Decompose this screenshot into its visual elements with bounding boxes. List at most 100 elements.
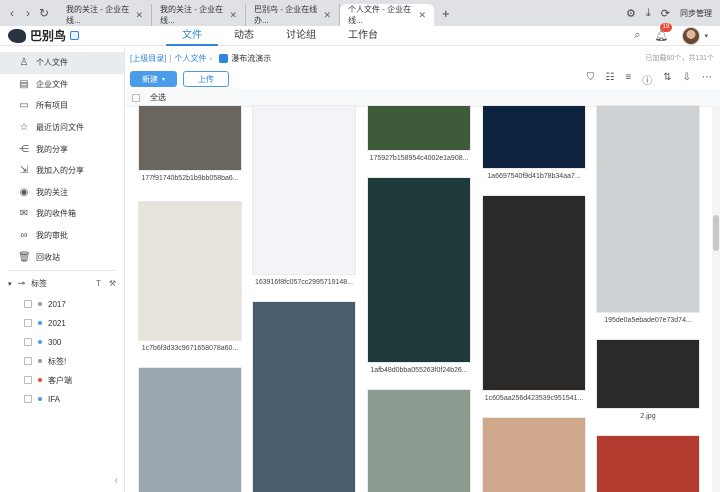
info-icon[interactable]: ⓘ [642,72,652,87]
nav-activity[interactable]: 动态 [218,26,270,46]
image-card[interactable] [367,389,471,492]
nav-workbench[interactable]: 工作台 [332,26,394,46]
tag-checkbox[interactable] [24,357,32,366]
list-view-icon[interactable]: ≡ [625,72,631,87]
image-card[interactable] [596,435,700,492]
image-card[interactable]: 177f91740b52b1b9bb058ba6... [138,105,242,187]
sidebar-item-all-projects[interactable]: ▭ 所有项目 [0,95,124,117]
tag-label: 标签! [48,356,67,366]
browser-tab[interactable]: 我的关注 - 企业在线... ✕ [58,4,152,26]
upload-button[interactable]: 上传 [183,71,230,87]
filter-icon[interactable]: ⛉ [587,72,595,87]
search-icon[interactable]: ⌕ [634,29,640,42]
gear-icon[interactable]: ⚙ [626,7,636,20]
sidebar-item-personal-files[interactable]: ♙ 个人文件 [0,52,124,74]
image-thumbnail[interactable] [482,417,586,492]
wrench-icon[interactable]: ⚒ [109,279,116,288]
tag-item[interactable]: 客户端 [0,371,124,390]
tag-item[interactable]: 2021 [0,314,124,333]
thumbnail-view-icon[interactable]: ☷ [605,72,614,87]
forward-icon[interactable]: › [20,6,36,20]
tag-item[interactable]: 300 [0,333,124,352]
sidebar-item-label: 我的关注 [36,187,68,197]
image-card[interactable] [482,417,586,492]
image-thumbnail[interactable] [367,105,471,151]
new-button[interactable]: 新建 ▾ [130,71,178,87]
close-icon[interactable]: ✕ [418,10,426,21]
image-card[interactable]: 1c7b6f3d33c9671658078a60... [138,201,242,357]
app-logo[interactable]: 巴别鸟 [0,27,160,44]
browser-tab[interactable]: 我的关注 - 企业在线... ✕ [152,4,246,26]
sidebar-item-joined-shares[interactable]: ⇲ 我加入的分享 [0,160,124,182]
image-thumbnail[interactable] [596,339,700,409]
download-icon[interactable]: ⤓ [646,7,651,20]
chevron-down-icon[interactable]: ▾ [704,32,708,40]
back-icon[interactable]: ‹ [4,6,20,20]
tag-item[interactable]: 2017 [0,295,124,314]
bell-icon[interactable]: 🔔︎ 19 [655,23,673,42]
nav-discussion[interactable]: 讨论组 [270,26,332,46]
scrollbar-thumb[interactable] [713,215,719,251]
sidebar-item-enterprise-files[interactable]: ▤ 企业文件 [0,74,124,96]
tag-checkbox[interactable] [24,300,32,309]
image-thumbnail[interactable] [367,389,471,492]
image-card[interactable] [138,367,242,492]
more-icon[interactable]: ⋯ [702,72,712,87]
tag-checkbox[interactable] [24,395,32,404]
tag-item[interactable]: IFA [0,390,124,409]
breadcrumb-up[interactable]: [上级目录] [130,53,166,64]
sync-label[interactable]: 同步管理 [680,8,712,19]
image-card[interactable]: 2.jpg [596,339,700,425]
image-card[interactable]: 1a6697540f9d41b78b34aa7... [482,105,586,185]
image-card[interactable]: 163916f8fc057cc2995719148... [252,105,356,291]
reload-icon[interactable]: ↻ [36,6,52,20]
sidebar-item-recent[interactable]: ☆ 最近访问文件 [0,117,124,139]
image-thumbnail[interactable] [138,201,242,341]
sidebar-item-trash[interactable]: 🗑︎ 回收站 [0,246,124,268]
tag-item[interactable]: 标签! [0,352,124,371]
tags-header[interactable]: ▾ ⊸ 标签 T ⚒ [0,273,124,295]
image-filename: 1c7b6f3d33c9671658078a60... [141,345,239,352]
tag-checkbox[interactable] [24,338,32,347]
image-card[interactable]: 1afb48d0bba055263f0f24b26... [367,177,471,379]
new-tab-icon[interactable]: + [442,6,450,21]
breadcrumb-folder[interactable]: 个人文件 [175,53,207,64]
avatar[interactable] [682,26,701,45]
image-thumbnail[interactable] [252,301,356,492]
close-icon[interactable]: ✕ [229,10,237,21]
image-thumbnail[interactable] [252,105,356,275]
tag-label: IFA [48,394,61,404]
image-thumbnail[interactable] [596,435,700,492]
image-thumbnail[interactable] [482,195,586,391]
image-thumbnail[interactable] [367,177,471,363]
image-card[interactable]: 175927b158954c4002e1a908... [367,105,471,167]
text-format-icon[interactable]: T [96,279,101,288]
collapse-sidebar-icon[interactable]: ‹ [115,475,118,486]
nav-files[interactable]: 文件 [166,26,218,46]
scrollbar[interactable] [712,105,720,492]
browser-tab[interactable]: 巴别鸟 - 企业在线办... ✕ [246,4,340,26]
close-icon[interactable]: ✕ [323,10,331,21]
image-thumbnail[interactable] [138,105,242,171]
sidebar-item-following[interactable]: ◉ 我的关注 [0,182,124,204]
sort-icon[interactable]: ⇅ [663,72,671,87]
sidebar-item-inbox[interactable]: ✉ 我的收件箱 [0,203,124,225]
sort-order-icon[interactable]: ⇩ [683,72,691,87]
sidebar-item-label: 回收站 [36,252,60,262]
browser-tab-active[interactable]: 个人文件 - 企业在线... ✕ [340,4,434,26]
chevron-down-icon[interactable]: ▾ [8,280,12,288]
close-icon[interactable]: ✕ [135,10,143,21]
sidebar-item-approvals[interactable]: ∞ 我的审批 [0,225,124,247]
sidebar-item-my-shares[interactable]: ⋲ 我的分享 [0,138,124,160]
sync-icon[interactable]: ⟳ [661,7,670,20]
image-card[interactable]: 1c605aa256d423539c951541... [482,195,586,407]
new-button-label: 新建 [142,74,158,84]
image-thumbnail[interactable] [138,367,242,492]
image-thumbnail[interactable] [596,105,700,313]
tag-checkbox[interactable] [24,319,32,328]
image-card[interactable] [252,301,356,492]
image-thumbnail[interactable] [482,105,586,169]
image-card[interactable]: 195de0a5ebade07e73d74... [596,105,700,329]
tag-checkbox[interactable] [24,376,32,385]
select-all-checkbox[interactable] [132,93,140,102]
